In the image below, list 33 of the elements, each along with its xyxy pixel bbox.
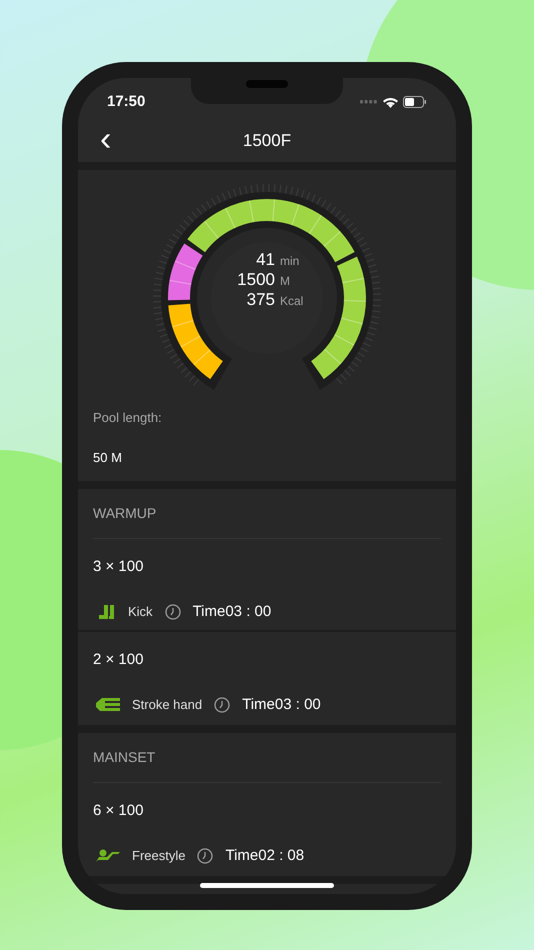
set-count: 6 × 100: [93, 801, 144, 821]
section-title: MAINSET: [93, 748, 156, 767]
segment-divider: [169, 260, 196, 285]
clock-icon: [197, 848, 214, 864]
stroke-name: Freestyle: [132, 847, 186, 865]
pool-length-label: Pool length:: [93, 409, 163, 427]
set-count: 2 × 100: [93, 650, 144, 670]
clock-icon: [164, 604, 181, 620]
legs-icon: [96, 604, 116, 620]
stroke-name: Stroke hand: [132, 696, 202, 714]
segment-divider: [172, 320, 211, 366]
stat-value: 41: [255, 250, 275, 270]
stat-unit: M: [280, 273, 290, 290]
back-button[interactable]: ‹: [100, 122, 112, 160]
set-time: Time03 : 00: [242, 694, 321, 714]
status-time: 17:50: [107, 92, 146, 112]
signal-icon: [360, 100, 378, 104]
wifi-icon: [383, 96, 398, 108]
battery-icon: [403, 96, 427, 108]
set-count: 3 × 100: [93, 557, 144, 577]
set-time: Time03 : 00: [192, 602, 272, 622]
arm-icon: [96, 698, 120, 712]
pool-length-value: 50 M: [93, 448, 123, 466]
page-title: 1500F: [242, 130, 292, 152]
stat-unit: min: [280, 253, 300, 270]
set-time: Time02 : 08: [225, 846, 304, 866]
section-title: WARMUP: [93, 504, 156, 523]
stat-unit: Kcal: [280, 293, 304, 310]
swimmer-icon: [96, 848, 120, 863]
clock-icon: [214, 696, 230, 713]
stat-value: 1500: [236, 270, 275, 290]
stroke-name: Kick: [128, 603, 153, 621]
stat-value: 375: [246, 290, 275, 310]
